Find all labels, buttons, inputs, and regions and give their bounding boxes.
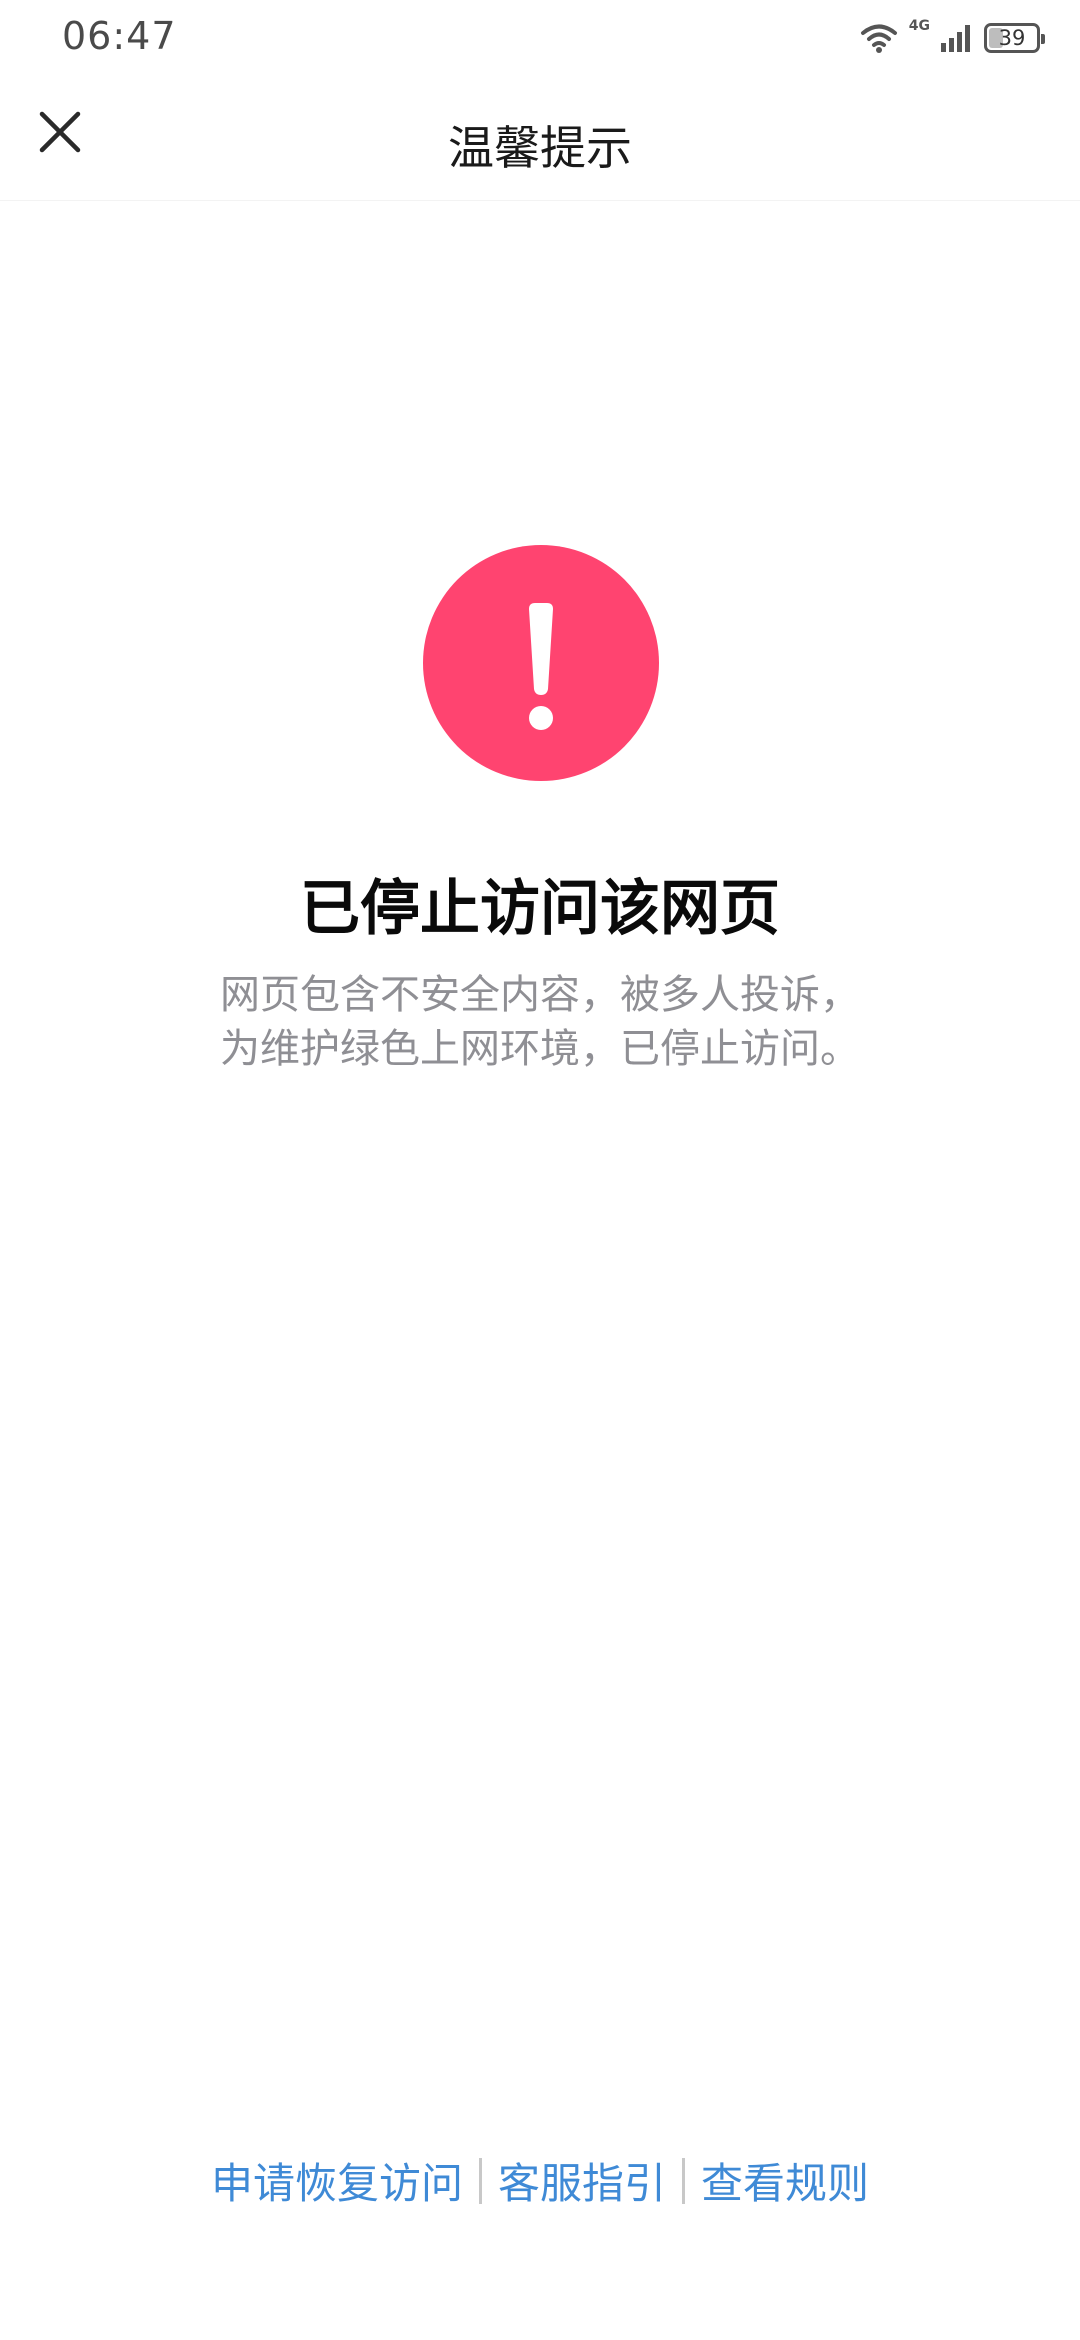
battery-icon: 39 <box>984 23 1045 53</box>
alert-title: 已停止访问该网页 <box>300 874 780 944</box>
status-bar: 06:47 4G 39 <box>0 0 1080 76</box>
alert-description: 网页包含不安全内容，被多人投诉， 为维护绿色上网环境，已停止访问。 <box>140 968 940 1076</box>
wifi-icon <box>859 22 899 54</box>
alert-description-line: 网页包含不安全内容，被多人投诉， <box>220 972 860 1018</box>
customer-service-guide-link[interactable]: 客服指引 <box>488 2150 676 2211</box>
battery-level: 39 <box>998 26 1026 50</box>
signal-icon <box>940 23 974 53</box>
network-type-label: 4G <box>908 18 930 34</box>
alert-description-line: 为维护绿色上网环境，已停止访问。 <box>220 1026 860 1072</box>
status-icons: 4G 39 <box>859 18 1045 58</box>
request-restore-access-link[interactable]: 申请恢复访问 <box>201 2150 473 2211</box>
exclamation-circle-icon <box>421 543 661 783</box>
status-time: 06:47 <box>62 14 177 58</box>
view-rules-link[interactable]: 查看规则 <box>691 2150 879 2211</box>
link-separator <box>478 2157 482 2204</box>
title-bar: 温馨提示 <box>0 76 1080 201</box>
footer-links: 申请恢复访问 客服指引 查看规则 <box>0 2150 1080 2211</box>
page-title: 温馨提示 <box>448 121 632 175</box>
link-separator <box>682 2157 685 2204</box>
